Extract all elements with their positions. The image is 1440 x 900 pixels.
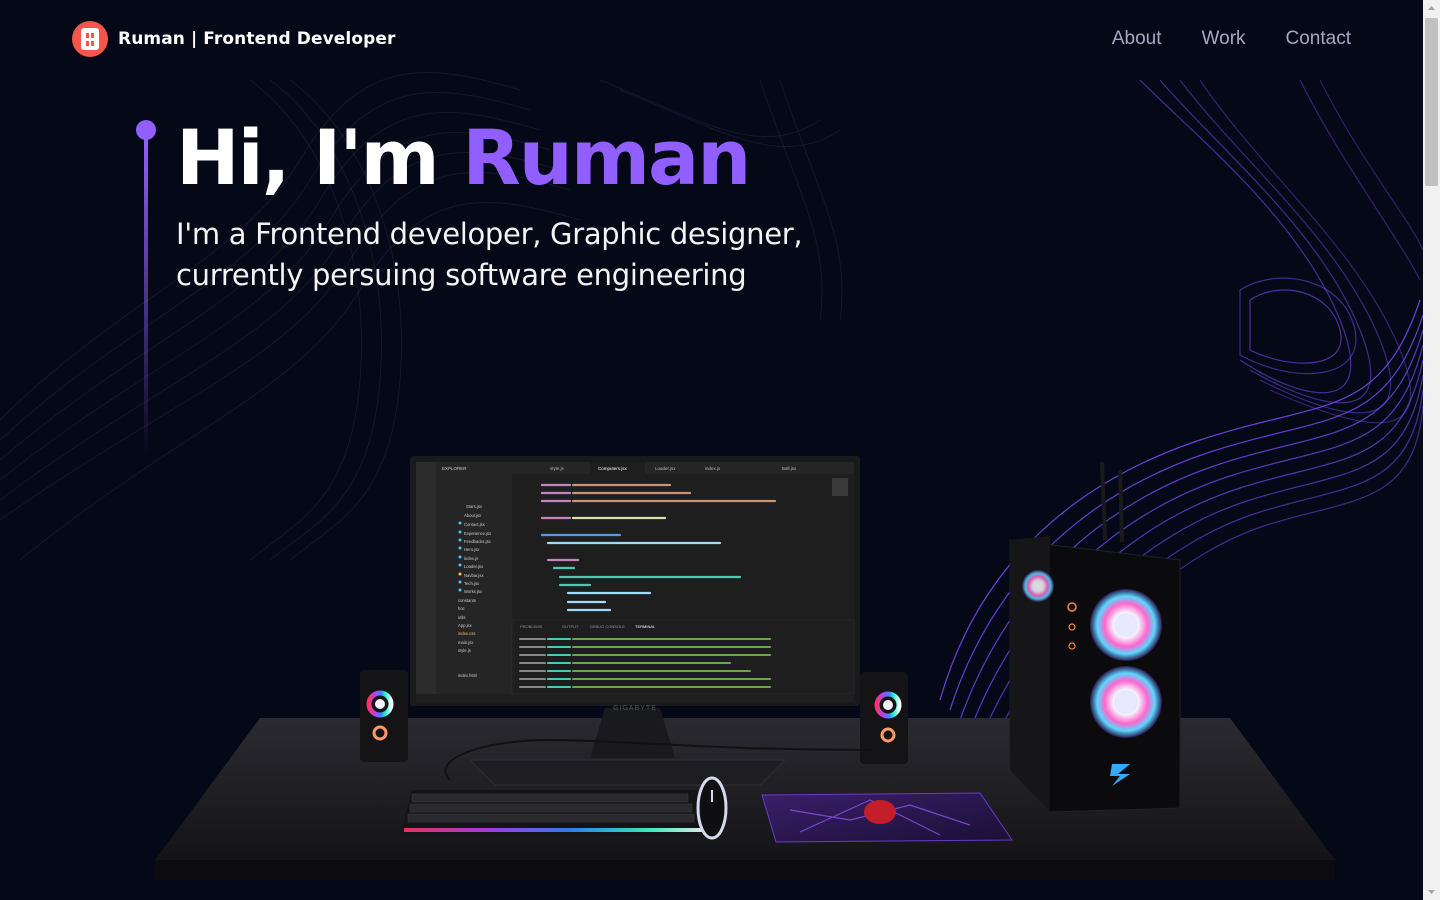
hero-greeting: Hi, I'm (176, 113, 463, 202)
editor-sidebar (436, 462, 512, 694)
navbar: Ruman | Frontend Developer About Work Cont… (0, 0, 1423, 78)
hero-accent-bar (144, 138, 148, 458)
hero-accent-dot (136, 120, 156, 140)
scrollbar-thumb[interactable] (1425, 18, 1438, 186)
editor-tab[interactable]: Loader.jsx (655, 466, 676, 471)
hero-name: Ruman (462, 113, 751, 202)
file-item[interactable]: index.js (464, 556, 478, 561)
wifi-antenna-right (1118, 469, 1124, 543)
file-item[interactable]: index.css (458, 631, 475, 636)
keyboard-backlight (404, 828, 706, 832)
page-scrollbar[interactable] (1423, 0, 1440, 900)
panel-tab[interactable]: DEBUG CONSOLE (590, 624, 625, 629)
file-item[interactable]: style.js (458, 648, 471, 653)
brand-text: Ruman | Frontend Developer (118, 29, 395, 49)
monitor-base (468, 759, 787, 786)
pc-fan-side-icon (1022, 570, 1054, 602)
file-item[interactable]: About.jsx (464, 513, 482, 518)
desk-front-edge (155, 860, 1335, 880)
nav-link-about[interactable]: About (1112, 28, 1162, 50)
editor-terminal-panel (511, 619, 855, 695)
portfolio-page: Ruman | Frontend Developer About Work Cont… (0, 0, 1440, 900)
mousepad-logo-icon (864, 800, 896, 824)
monitor-stand (590, 708, 675, 758)
monitor-brand-label: GIGABYTE (613, 705, 657, 712)
editor-activity-bar (416, 462, 436, 702)
brand-name: Ruman (118, 29, 185, 49)
hero-accent-line (136, 120, 158, 460)
file-item[interactable]: Loader.jsx (464, 564, 484, 569)
file-item[interactable]: Works.jsx (464, 589, 483, 594)
file-item[interactable]: Navbar.jsx (464, 573, 484, 578)
nav-links: About Work Contact (1112, 28, 1351, 50)
file-item[interactable]: Feedbacks.jsx (464, 539, 492, 544)
hero-subtitle-line1: I'm a Frontend developer, Graphic design… (176, 217, 803, 251)
file-item[interactable]: Hero.jsx (464, 547, 480, 552)
file-item[interactable]: Experience.jsx (464, 531, 492, 536)
nav-link-contact[interactable]: Contact (1286, 28, 1351, 50)
file-item[interactable]: main.jsx (458, 640, 474, 645)
brand-link[interactable]: Ruman | Frontend Developer (72, 21, 395, 57)
editor-tab[interactable]: style.js (550, 466, 565, 471)
keyboard-keys (407, 793, 695, 823)
hero-subtitle-line2: currently persuing software engineering (176, 258, 747, 292)
file-item[interactable]: index.html (458, 673, 477, 678)
editor-tab[interactable]: Ball.jsx (782, 466, 797, 471)
editor-explorer-label: EXPLORER (442, 466, 467, 471)
file-icons (458, 521, 462, 592)
panel-tab[interactable]: PROBLEMS (520, 624, 543, 629)
scroll-up-arrow-icon[interactable] (1423, 0, 1440, 17)
file-item[interactable]: App.jsx (458, 623, 473, 628)
editor-tab[interactable]: Computers.jsx (598, 466, 628, 471)
brand-role: Frontend Developer (203, 29, 396, 49)
file-item[interactable]: constants (458, 598, 476, 603)
editor-tab[interactable]: index.js (705, 466, 721, 471)
wifi-antenna-left (1100, 461, 1107, 541)
editor-minimap (832, 478, 848, 496)
computer-3d-canvas[interactable]: GIGABYTE EXPLORER style.js Computers.jsx… (150, 440, 1350, 900)
hero-title: Hi, I'm Ruman (176, 112, 751, 204)
file-item[interactable]: hoc (458, 606, 465, 611)
logo-icon (72, 21, 108, 57)
panel-tab[interactable]: OUTPUT (562, 624, 579, 629)
file-item[interactable]: utils (458, 615, 465, 620)
editor-status-bar (416, 694, 854, 702)
scroll-down-arrow-icon[interactable] (1423, 883, 1440, 900)
file-item[interactable]: Stars.jsx (466, 504, 483, 509)
brand-separator: | (190, 29, 198, 49)
mouse (696, 776, 728, 840)
hero-subtitle: I'm a Frontend developer, Graphic design… (176, 214, 876, 296)
file-item[interactable]: Contact.jsx (464, 522, 486, 527)
panel-tab[interactable]: TERMINAL (635, 624, 656, 629)
nav-link-work[interactable]: Work (1202, 28, 1246, 50)
file-item[interactable]: Tech.jsx (464, 581, 480, 586)
